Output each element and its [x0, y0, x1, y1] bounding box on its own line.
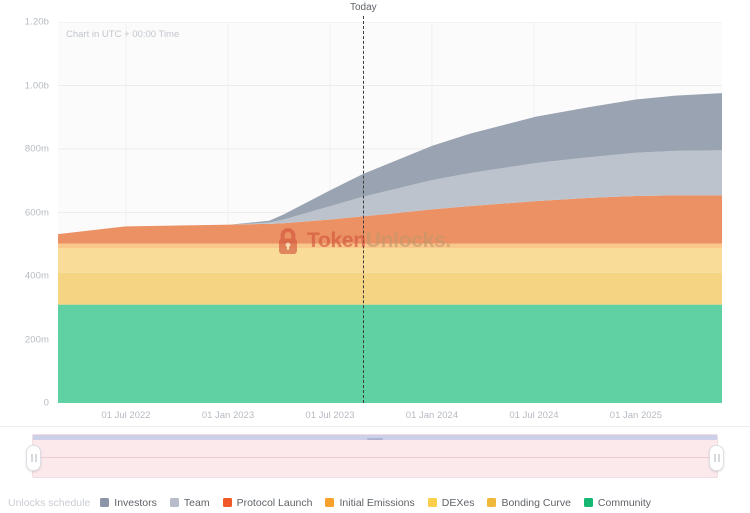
legend-title: Unlocks schedule	[8, 497, 91, 509]
legend-item-initial-emissions[interactable]: Initial Emissions	[325, 496, 415, 509]
legend-item-investors[interactable]: Investors	[100, 497, 157, 509]
x-tick-label: 01 Jul 2024	[509, 410, 559, 421]
x-tick-label: 01 Jul 2023	[305, 410, 355, 421]
x-tick-label: 01 Jan 2025	[609, 410, 663, 421]
legend-item-list: Investors Team Protocol Launch Initial Emis…	[100, 494, 664, 512]
legend-item-bonding-curve[interactable]: Bonding Curve	[487, 496, 571, 509]
legend-swatch	[427, 498, 437, 507]
legend-item-label: Investors	[114, 496, 157, 509]
legend-item-label: DEXes	[441, 496, 475, 509]
x-tick-label: 01 Jan 2024	[405, 410, 459, 421]
legend-item-team[interactable]: Team	[169, 496, 210, 509]
y-tick-label: 0	[43, 397, 49, 409]
y-tick-label: 200m	[24, 334, 49, 345]
legend-swatch	[222, 498, 232, 507]
handle-grip-icon	[714, 454, 719, 462]
token-unlocks-chart: 1.20b 1.00b 800m 600m 400m 200m 0 Chart in UTC…	[0, 0, 750, 513]
y-tick-label: 1.20b	[24, 16, 49, 28]
range-midline	[33, 457, 717, 458]
stacked-area-series	[58, 22, 722, 403]
legend-item-label: Team	[183, 496, 210, 509]
utc-note: Chart in UTC + 00:00 Time	[66, 29, 180, 40]
y-tick-label: 1.00b	[24, 80, 49, 91]
today-label: Today	[349, 2, 377, 13]
range-topbar[interactable]	[33, 435, 717, 440]
legend-item-dexes[interactable]: DEXes	[427, 496, 475, 509]
y-tick-label: 600m	[24, 207, 49, 218]
legend-swatch	[325, 498, 335, 507]
y-tick-label: 400m	[24, 270, 49, 282]
range-handle-right[interactable]	[709, 445, 724, 471]
area-series-initial-emissions	[58, 243, 722, 249]
legend-swatch	[583, 498, 593, 507]
x-axis: 01 Jul 2022 01 Jan 2023 01 Jul 2023 01 Jan …	[0, 410, 750, 430]
axis-baseline	[0, 426, 750, 427]
chart-legend: Unlocks schedule Investors Team Protocol L…	[8, 494, 664, 512]
range-track[interactable]	[32, 434, 718, 478]
x-tick-label: 01 Jul 2022	[101, 410, 151, 421]
legend-item-label: Initial Emissions	[339, 496, 415, 509]
legend-swatch	[487, 498, 497, 507]
time-range-selector[interactable]	[26, 434, 724, 478]
y-tick-label: 800m	[24, 143, 49, 155]
plot-area	[58, 22, 722, 403]
handle-grip-icon	[31, 454, 36, 462]
area-series-community	[58, 304, 722, 403]
legend-swatch	[169, 498, 179, 507]
area-series-dexes	[58, 248, 722, 273]
legend-item-label: Protocol Launch	[236, 496, 313, 509]
range-handle-left[interactable]	[26, 445, 41, 471]
legend-item-label: Bonding Curve	[501, 496, 571, 509]
legend-item-protocol-launch[interactable]: Protocol Launch	[222, 496, 313, 509]
x-tick-label: 01 Jan 2023	[201, 410, 255, 421]
today-marker-line	[363, 16, 365, 403]
area-series-bonding-curve	[58, 272, 722, 305]
legend-swatch	[100, 498, 110, 507]
legend-item-community[interactable]: Community	[583, 496, 652, 509]
y-axis: 1.20b 1.00b 800m 600m 400m 200m 0	[0, 0, 56, 425]
range-grip[interactable]	[367, 438, 383, 440]
legend-item-label: Community	[597, 496, 652, 509]
